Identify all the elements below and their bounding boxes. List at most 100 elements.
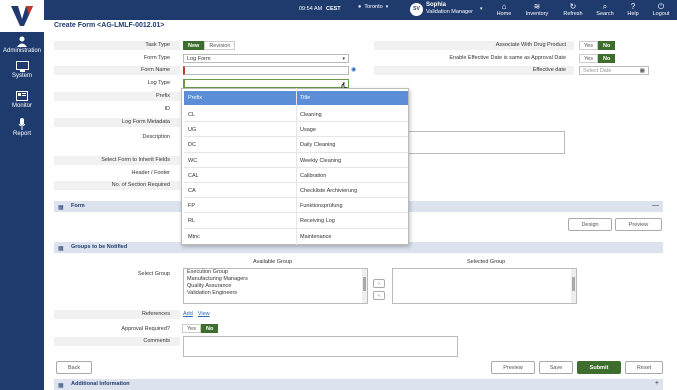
description-textarea[interactable] (405, 131, 565, 154)
globe-icon: ● (358, 4, 362, 10)
back-button[interactable]: Back (56, 361, 92, 374)
move-left-button[interactable]: ‹ (373, 291, 385, 300)
option-title: Usage (300, 127, 316, 134)
logo-v-icon (11, 6, 33, 26)
user-menu[interactable]: SV Sophia Validation Manager ▾ (410, 2, 483, 16)
log-type-select[interactable]: ▾ (183, 79, 349, 88)
scrollbar-thumb[interactable] (572, 277, 575, 291)
task-type-new[interactable]: New (183, 41, 205, 50)
references-links: Add View (183, 311, 210, 317)
option-title: Checkliste Archivierung (300, 188, 358, 194)
move-right-button[interactable]: › (373, 279, 385, 288)
title-column-header: Title (300, 95, 311, 101)
drug-product-toggle[interactable]: Yes No (579, 41, 616, 50)
approval-yes[interactable]: Yes (182, 324, 201, 333)
form-name-input[interactable] (183, 66, 349, 75)
task-type-toggle[interactable]: New Revision (183, 41, 236, 50)
drug-product-label: Associate With Drug Product (495, 42, 566, 48)
option-prefix: FP (188, 203, 196, 210)
selected-group-list[interactable] (392, 268, 577, 304)
option-prefix: CL (188, 112, 196, 118)
chevron-left-icon: ‹ (378, 292, 380, 299)
user-role: Validation Manager (426, 9, 473, 15)
date-placeholder: Select Date (583, 68, 612, 74)
sidebar-item-administration[interactable]: Administration (0, 35, 44, 54)
refresh-icon: ↻ (569, 2, 577, 11)
clock-time: 09:54 AM (299, 6, 323, 12)
list-item[interactable]: Manufacturing Managers (184, 276, 367, 283)
available-group-list[interactable]: Execution Group Manufacturing Managers Q… (183, 268, 368, 304)
reset-button[interactable]: Reset (625, 361, 663, 374)
logout-icon: ⏻ (657, 2, 665, 11)
available-group-label: Available Group (253, 259, 293, 265)
nav-inventory[interactable]: ≋ Inventory (520, 2, 554, 18)
user-admin-icon (15, 35, 29, 47)
scrollbar-thumb[interactable] (363, 277, 366, 291)
groups-section-title: Groups to be Notified (71, 244, 128, 250)
view-reference-link[interactable]: View (198, 311, 210, 317)
list-item[interactable]: Validation Engineers (184, 290, 367, 297)
location-selector[interactable]: ● Toronto ▾ (358, 4, 388, 10)
selected-group-label: Selected Group (467, 259, 506, 265)
drug-yes[interactable]: Yes (579, 41, 598, 50)
help-icon: ? (630, 2, 636, 11)
approval-toggle[interactable]: Yes No (182, 324, 219, 333)
grid-icon: ▦ (58, 205, 64, 211)
scrollbar[interactable] (362, 269, 367, 303)
grid-icon: ▦ (58, 383, 64, 389)
option-title: Weekly Cleaning (300, 157, 342, 164)
nav-home[interactable]: ⌂ Home (487, 2, 521, 18)
submit-button[interactable]: Submit (577, 361, 621, 374)
form-preview-button[interactable]: Preview (615, 218, 662, 231)
option-prefix: Mtnc (188, 233, 200, 240)
task-type-label: Task Type (145, 42, 170, 48)
save-button[interactable]: Save (539, 361, 573, 374)
additional-section-title: Additional Information (71, 381, 130, 387)
option-title: Receiving Log (300, 218, 335, 225)
task-type-revision[interactable]: Revision (204, 41, 236, 50)
preview-button[interactable]: Preview (491, 361, 535, 374)
prefix-label: Prefix (155, 93, 170, 99)
expand-icon[interactable]: + (655, 380, 659, 387)
sidebar-item-report[interactable]: Report (0, 118, 44, 137)
form-section-title: Form (71, 203, 85, 209)
option-title: Calibration (300, 172, 327, 179)
eye-icon[interactable]: ◉ (351, 66, 356, 73)
collapse-icon[interactable]: — (652, 202, 659, 209)
grid-icon: ▦ (58, 246, 64, 252)
calendar-icon[interactable]: ▦ (640, 68, 645, 74)
comments-textarea[interactable] (183, 336, 458, 357)
form-type-value: Log Form (187, 56, 211, 62)
effective-same-toggle[interactable]: Yes No (579, 54, 616, 63)
list-item[interactable]: Execution Group (184, 269, 367, 276)
eff-yes[interactable]: Yes (579, 54, 598, 63)
page-title: Create Form <AG-LMLF-0012.01> (54, 22, 165, 29)
nav-logout[interactable]: ⏻ Logout (644, 2, 677, 18)
sidebar-item-system[interactable]: System (0, 60, 44, 79)
design-button[interactable]: Design (568, 218, 612, 231)
sidebar-item-monitor[interactable]: Monitor (0, 90, 44, 109)
effective-date-label: Effective date (532, 67, 566, 73)
effective-date-input[interactable]: Select Date ▦ (579, 66, 649, 75)
chevron-down-icon: ▾ (385, 4, 389, 10)
sections-label: No. of Section Required (111, 182, 170, 188)
description-label: Description (142, 134, 170, 140)
form-type-select[interactable]: Log Form ▾ (183, 54, 349, 63)
nav-refresh[interactable]: ↻ Refresh (556, 2, 590, 18)
log-type-dropdown: Prefix Title CL Cleaning UG Usage DC Dai… (181, 88, 409, 245)
approval-no[interactable]: No (200, 324, 219, 333)
list-item[interactable]: Quality Assurance (184, 283, 367, 290)
scrollbar[interactable] (571, 269, 576, 303)
home-icon: ⌂ (501, 2, 507, 11)
chevron-down-icon: ▾ (479, 6, 483, 12)
add-reference-link[interactable]: Add (183, 311, 193, 317)
drug-no[interactable]: No (597, 41, 616, 50)
option-title: Funktionsprüfung (300, 203, 343, 210)
app-logo[interactable] (0, 0, 44, 32)
additional-section-header[interactable]: ▦ Additional Information + (54, 379, 663, 390)
eff-no[interactable]: No (597, 54, 616, 63)
avatar: SV (410, 2, 423, 16)
effective-same-label: Enable Effective Date is same as Approva… (449, 55, 566, 61)
dashboard-icon (15, 90, 29, 102)
form-name-label: Form Name (140, 67, 170, 73)
